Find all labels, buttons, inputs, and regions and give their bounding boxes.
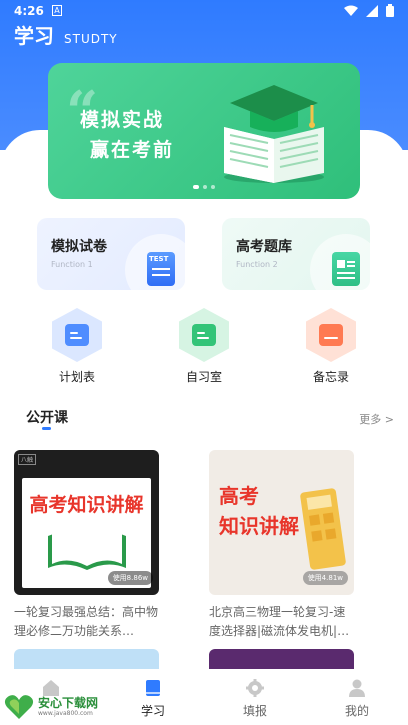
- course-thumbnail-partial[interactable]: [209, 649, 354, 669]
- wifi-icon: [344, 5, 358, 16]
- calculator-icon: [299, 487, 347, 571]
- watermark-url: www.java800.com: [38, 710, 93, 717]
- open-book-icon: [48, 530, 126, 570]
- study-room-label: 自习室: [185, 370, 222, 384]
- tab-label: 填报: [242, 704, 267, 718]
- test-label: TEST: [149, 255, 169, 263]
- page-header: 学习 STUDTY: [14, 20, 118, 49]
- question-bank-subtitle: Function 2: [236, 260, 278, 269]
- course-thumbnail[interactable]: 高考 知识讲解 使用4.81w: [209, 450, 354, 595]
- study-room-icon: [179, 308, 229, 362]
- usage-badge: 使用4.81w: [302, 571, 348, 585]
- tab-label: 学习: [140, 704, 165, 718]
- question-bank-icon: [332, 252, 360, 286]
- planner-tool[interactable]: 计划表: [37, 308, 117, 388]
- test-paper-icon: TEST: [147, 252, 175, 286]
- pagination-dot: [203, 185, 207, 189]
- signal-icon: [366, 4, 378, 17]
- graduation-book-icon: [224, 85, 324, 183]
- watermark: 安心下载网 www.java800.com: [2, 692, 122, 722]
- tab-fill-report[interactable]: 填报: [204, 670, 306, 725]
- planner-icon: [52, 308, 102, 362]
- notification-icon: A: [52, 5, 62, 16]
- watermark-name: 安心下载网: [38, 696, 99, 710]
- page-title: 学习: [14, 24, 54, 48]
- banner-pagination: [193, 185, 215, 189]
- course-description[interactable]: 北京高三物理一轮复习-速度选择器|磁流体发电机|…: [209, 603, 355, 641]
- banner-line2: 赢在考前: [90, 139, 175, 161]
- course-description[interactable]: 一轮复习最强总结：高中物理必修二万功能关系…: [14, 603, 160, 641]
- course-thumbnail-partial[interactable]: [14, 649, 159, 669]
- memo-icon: [306, 308, 356, 362]
- page-subtitle: STUDTY: [64, 32, 118, 46]
- memo-label: 备忘录: [312, 370, 349, 384]
- section-underline: [42, 427, 51, 430]
- thumbnail-title: 高考知识讲解: [29, 494, 144, 516]
- gear-icon: [246, 679, 264, 697]
- banner-line1: 模拟实战: [80, 109, 165, 131]
- status-time: 4:26: [14, 4, 44, 18]
- thumbnail-title-line2: 知识讲解: [219, 514, 299, 538]
- status-bar: 4:26 A: [0, 0, 408, 22]
- study-room-tool[interactable]: 自习室: [164, 308, 244, 388]
- battery-icon: [386, 4, 394, 17]
- section-title: 公开课: [26, 410, 68, 426]
- tab-label: 我的: [344, 704, 369, 718]
- pagination-dot: [193, 185, 199, 189]
- person-icon: [349, 679, 365, 697]
- mock-exam-subtitle: Function 1: [51, 260, 93, 269]
- question-bank-title: 高考题库: [236, 239, 292, 255]
- book-icon: [146, 680, 160, 696]
- thumbnail-title-line1: 高考: [219, 484, 259, 508]
- memo-tool[interactable]: 备忘录: [291, 308, 371, 388]
- pagination-dot: [211, 185, 215, 189]
- promo-banner[interactable]: “ 模拟实战 赢在考前: [48, 63, 360, 199]
- course-thumbnail[interactable]: 八触 高考知识讲解 使用8.86w: [14, 450, 159, 595]
- corner-tag: 八触: [18, 454, 37, 465]
- watermark-logo-icon: [4, 695, 34, 719]
- more-link[interactable]: 更多 >: [359, 411, 394, 427]
- planner-label: 计划表: [58, 370, 95, 384]
- usage-badge: 使用8.86w: [107, 571, 153, 585]
- question-bank-card[interactable]: 高考题库 Function 2: [222, 218, 370, 290]
- status-icons: [344, 4, 394, 17]
- tab-mine[interactable]: 我的: [306, 670, 408, 725]
- mock-exam-title: 模拟试卷: [51, 239, 107, 255]
- mock-exam-card[interactable]: 模拟试卷 Function 1 TEST: [37, 218, 185, 290]
